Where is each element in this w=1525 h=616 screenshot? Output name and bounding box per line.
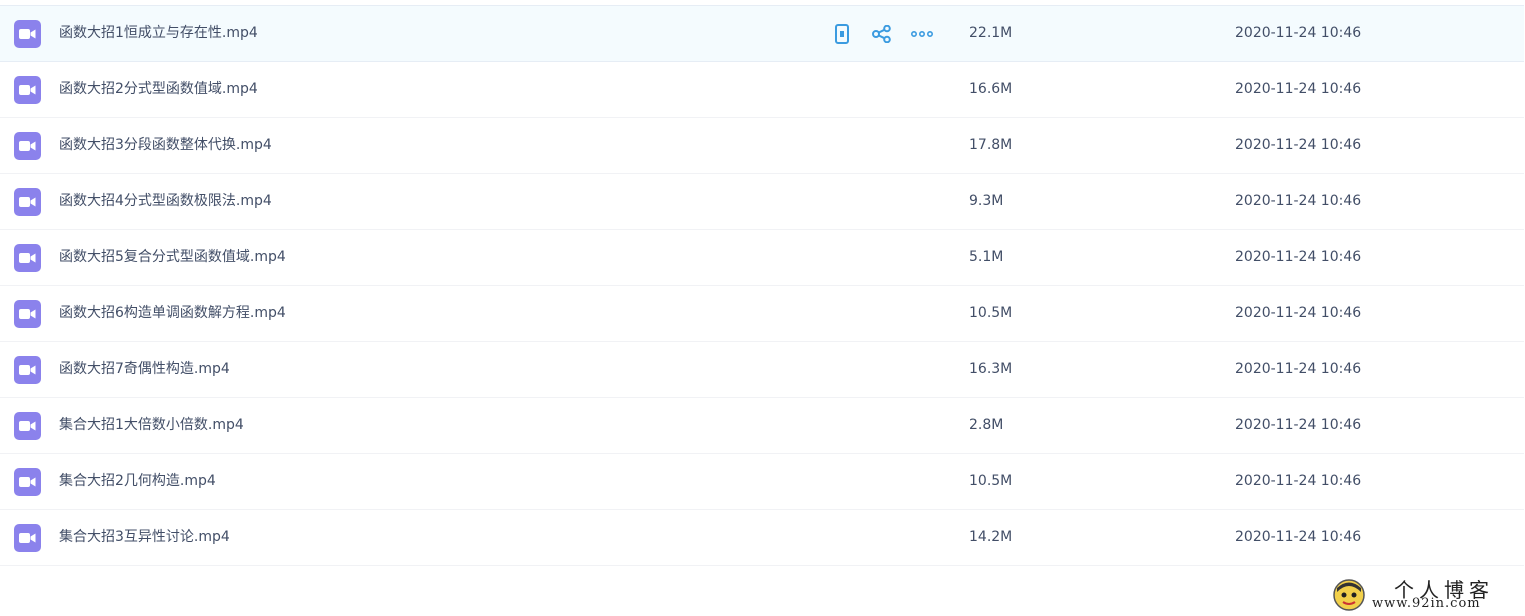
video-file-icon (14, 524, 41, 552)
file-size: 16.3M (969, 361, 1013, 377)
video-file-icon (14, 356, 41, 384)
file-modified-date: 2020-11-24 10:46 (1235, 305, 1362, 321)
file-row[interactable]: 函数大招6构造单调函数解方程.mp4 10.5M 2020-11-24 10:4… (0, 286, 1524, 342)
watermark: 个人博客 www.92in.com (1330, 572, 1522, 614)
video-file-icon (14, 244, 41, 272)
file-size: 10.5M (969, 305, 1013, 321)
file-row[interactable]: 函数大招5复合分式型函数值域.mp4 5.1M 2020-11-24 10:46 (0, 230, 1524, 286)
file-name[interactable]: 集合大招3互异性讨论.mp4 (59, 510, 230, 565)
file-row[interactable]: 集合大招2几何构造.mp4 10.5M 2020-11-24 10:46 (0, 454, 1524, 510)
more-icon (911, 31, 933, 37)
file-size: 9.3M (969, 193, 1004, 209)
file-name[interactable]: 函数大招7奇偶性构造.mp4 (59, 342, 230, 397)
file-modified-date: 2020-11-24 10:46 (1235, 137, 1362, 153)
phone-icon (835, 24, 849, 44)
file-modified-date: 2020-11-24 10:46 (1235, 529, 1362, 545)
file-name[interactable]: 函数大招1恒成立与存在性.mp4 (59, 6, 258, 61)
file-row[interactable]: 函数大招4分式型函数极限法.mp4 9.3M 2020-11-24 10:46 (0, 174, 1524, 230)
row-actions (828, 19, 948, 49)
file-row[interactable]: 集合大招1大倍数小倍数.mp4 2.8M 2020-11-24 10:46 (0, 398, 1524, 454)
file-modified-date: 2020-11-24 10:46 (1235, 473, 1362, 489)
file-row[interactable]: 函数大招3分段函数整体代换.mp4 17.8M 2020-11-24 10:46 (0, 118, 1524, 174)
file-size: 14.2M (969, 529, 1013, 545)
file-name[interactable]: 函数大招3分段函数整体代换.mp4 (59, 118, 272, 173)
file-name[interactable]: 集合大招2几何构造.mp4 (59, 454, 216, 509)
watermark-avatar-icon (1333, 579, 1365, 611)
file-modified-date: 2020-11-24 10:46 (1235, 25, 1362, 41)
file-size: 22.1M (969, 25, 1013, 41)
file-name[interactable]: 函数大招4分式型函数极限法.mp4 (59, 174, 272, 229)
video-file-icon (14, 468, 41, 496)
video-file-icon (14, 300, 41, 328)
file-modified-date: 2020-11-24 10:46 (1235, 81, 1362, 97)
file-row[interactable]: 集合大招3互异性讨论.mp4 14.2M 2020-11-24 10:46 (0, 510, 1524, 566)
file-modified-date: 2020-11-24 10:46 (1235, 417, 1362, 433)
file-row[interactable]: 函数大招1恒成立与存在性.mp4 22.1M 2020-11-24 10:46 (0, 6, 1524, 62)
file-size: 5.1M (969, 249, 1004, 265)
file-modified-date: 2020-11-24 10:46 (1235, 193, 1362, 209)
more-button[interactable] (908, 20, 936, 48)
video-file-icon (14, 20, 41, 48)
file-size: 10.5M (969, 473, 1013, 489)
file-size: 17.8M (969, 137, 1013, 153)
file-name[interactable]: 集合大招1大倍数小倍数.mp4 (59, 398, 244, 453)
file-row[interactable]: 函数大招7奇偶性构造.mp4 16.3M 2020-11-24 10:46 (0, 342, 1524, 398)
file-name[interactable]: 函数大招2分式型函数值域.mp4 (59, 62, 258, 117)
file-size: 16.6M (969, 81, 1013, 97)
video-file-icon (14, 412, 41, 440)
file-row[interactable]: 函数大招2分式型函数值域.mp4 16.6M 2020-11-24 10:46 (0, 62, 1524, 118)
watermark-url: www.92in.com (1372, 596, 1481, 611)
video-file-icon (14, 188, 41, 216)
send-to-phone-button[interactable] (828, 20, 856, 48)
video-file-icon (14, 76, 41, 104)
file-modified-date: 2020-11-24 10:46 (1235, 361, 1362, 377)
video-file-icon (14, 132, 41, 160)
share-icon (872, 25, 891, 43)
share-button[interactable] (868, 20, 896, 48)
file-name[interactable]: 函数大招6构造单调函数解方程.mp4 (59, 286, 286, 341)
file-modified-date: 2020-11-24 10:46 (1235, 249, 1362, 265)
file-size: 2.8M (969, 417, 1004, 433)
file-name[interactable]: 函数大招5复合分式型函数值域.mp4 (59, 230, 286, 285)
file-list: 函数大招1恒成立与存在性.mp4 22.1M 2020-11-24 10:46 (0, 5, 1524, 566)
